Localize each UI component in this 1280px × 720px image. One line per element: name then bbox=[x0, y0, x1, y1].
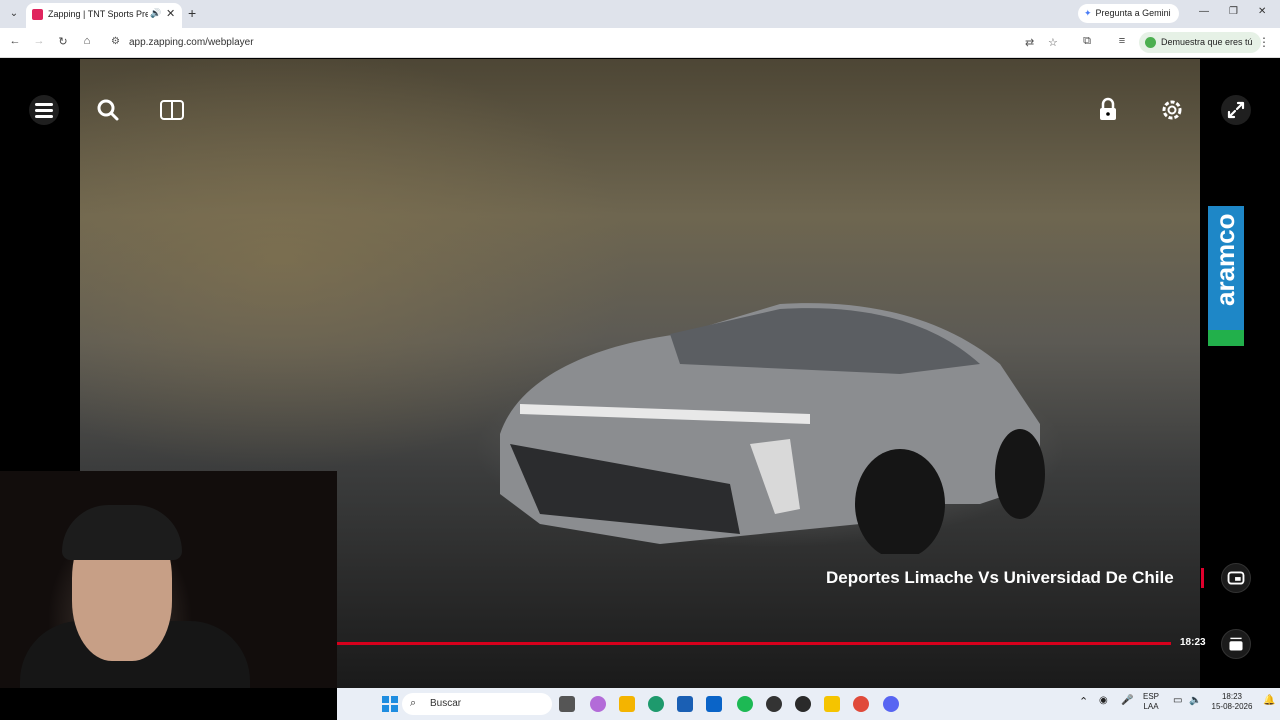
steam-icon[interactable] bbox=[766, 696, 782, 712]
picture-in-picture-icon bbox=[1227, 571, 1245, 585]
new-tab-button[interactable]: + bbox=[188, 5, 196, 21]
fullscreen-expand-icon[interactable] bbox=[1220, 94, 1252, 126]
region-code: LAA bbox=[1143, 702, 1159, 711]
clock-time: 18:23 bbox=[1221, 692, 1243, 701]
tab-title: Zapping | TNT Sports Premium bbox=[48, 9, 148, 19]
taskbar-search[interactable]: ⌕ Buscar bbox=[402, 693, 552, 715]
car-illustration bbox=[500, 303, 1045, 554]
close-window-icon[interactable]: ✕ bbox=[1258, 6, 1266, 17]
live-indicator bbox=[1201, 568, 1204, 588]
browser-tab[interactable]: Zapping | TNT Sports Premium 🔊 ✕ bbox=[26, 3, 182, 28]
restore-icon[interactable]: ❐ bbox=[1229, 6, 1238, 17]
minimize-icon[interactable]: — bbox=[1199, 6, 1209, 17]
gemini-label: Pregunta a Gemini bbox=[1095, 8, 1171, 18]
show-hidden-icons-icon[interactable]: ⌃ bbox=[1079, 697, 1088, 708]
close-tab-icon[interactable]: ✕ bbox=[166, 7, 175, 20]
rockstar-icon[interactable] bbox=[824, 696, 840, 712]
channel-stack-icon bbox=[1229, 637, 1243, 651]
search-icon[interactable] bbox=[92, 94, 124, 126]
settings-gear-icon[interactable] bbox=[1156, 94, 1188, 126]
captcha-label: Demuestra que eres tú bbox=[1161, 37, 1253, 47]
sponsor-banner: aramco bbox=[1208, 206, 1244, 346]
edge-icon[interactable] bbox=[648, 696, 664, 712]
address-bar[interactable]: ⚙ app.zapping.com/webplayer ⇄ ☆ bbox=[105, 32, 1123, 54]
task-view-icon[interactable] bbox=[559, 696, 575, 712]
tray-app-icon[interactable]: ◉ bbox=[1099, 696, 1108, 706]
copilot-icon[interactable] bbox=[590, 696, 606, 712]
url-text[interactable]: app.zapping.com/webplayer bbox=[129, 37, 254, 48]
browser-tabbar: ⌄ Zapping | TNT Sports Premium 🔊 ✕ + ✦Pr… bbox=[0, 0, 1280, 28]
file-explorer-icon[interactable] bbox=[619, 696, 635, 712]
microphone-icon[interactable]: 🎤 bbox=[1121, 696, 1133, 706]
taskbar-search-label: Buscar bbox=[430, 698, 462, 709]
speaker-icon[interactable]: 🔊 bbox=[150, 8, 161, 19]
lock-icon[interactable] bbox=[1092, 94, 1124, 126]
windows-taskbar: ⌕ Buscar ⌃ ◉ 🎤 ESP LAA ▭ 🔈 18:23 15-08-2… bbox=[337, 688, 1280, 720]
store-icon[interactable] bbox=[677, 696, 693, 712]
current-time: 18:23 bbox=[1180, 637, 1206, 648]
sponsor-text: aramco bbox=[1210, 213, 1240, 307]
translate-icon[interactable]: ⇄ bbox=[1025, 36, 1034, 49]
volume-icon[interactable]: 🔈 bbox=[1189, 696, 1201, 706]
extensions-icon[interactable]: ⧉ bbox=[1079, 35, 1095, 48]
video-player[interactable]: aramco Deportes Limache Vs Universidad D… bbox=[0, 59, 1280, 688]
bookmark-star-icon[interactable]: ☆ bbox=[1048, 36, 1058, 49]
forward-icon[interactable]: → bbox=[31, 35, 47, 47]
webcam-overlay bbox=[0, 471, 337, 688]
notifications-icon[interactable]: 🔔 bbox=[1263, 696, 1275, 706]
progress-fill bbox=[337, 642, 1171, 645]
discord-icon[interactable] bbox=[883, 696, 899, 712]
outlook-icon[interactable] bbox=[706, 696, 722, 712]
clock-date: 15-08-2026 bbox=[1211, 702, 1253, 711]
split-view-icon[interactable] bbox=[156, 94, 188, 126]
sponsor-green-band bbox=[1208, 330, 1244, 346]
obs-icon[interactable] bbox=[795, 696, 811, 712]
taskbar-search-icon: ⌕ bbox=[410, 697, 417, 709]
back-icon[interactable]: ← bbox=[7, 35, 23, 47]
language-indicator[interactable]: ESP LAA bbox=[1143, 692, 1159, 712]
chrome-icon[interactable] bbox=[853, 696, 869, 712]
zapping-favicon-icon bbox=[32, 9, 43, 20]
pip-button[interactable] bbox=[1221, 563, 1251, 593]
clock[interactable]: 18:23 15-08-2026 bbox=[1208, 692, 1256, 712]
tab-search-chevron-icon[interactable]: ⌄ bbox=[6, 6, 22, 22]
spotify-icon[interactable] bbox=[737, 696, 753, 712]
menu-icon[interactable] bbox=[28, 94, 60, 126]
language-code: ESP bbox=[1143, 692, 1160, 701]
reload-icon[interactable]: ↻ bbox=[55, 35, 71, 48]
channels-button[interactable] bbox=[1221, 629, 1251, 659]
progress-bar[interactable] bbox=[337, 642, 1171, 645]
webcam-cap bbox=[62, 505, 182, 560]
network-icon[interactable]: ▭ bbox=[1173, 696, 1182, 706]
site-info-icon[interactable]: ⚙ bbox=[111, 36, 120, 47]
windows-start-icon[interactable] bbox=[382, 696, 398, 712]
gemini-spark-icon: ✦ bbox=[1084, 8, 1092, 18]
home-icon[interactable]: ⌂ bbox=[79, 35, 95, 47]
match-title: Deportes Limache Vs Universidad De Chile bbox=[826, 568, 1174, 587]
browser-menu-icon[interactable]: ⋮ bbox=[1258, 35, 1270, 49]
captcha-status-icon bbox=[1145, 37, 1156, 48]
captcha-chip[interactable]: Demuestra que eres tú bbox=[1139, 32, 1261, 53]
gemini-button[interactable]: ✦ Pregunta a Gemini bbox=[1078, 4, 1179, 23]
browser-toolbar: ← → ↻ ⌂ ⚙ app.zapping.com/webplayer ⇄ ☆ … bbox=[0, 28, 1280, 58]
media-control-icon[interactable]: ≡ bbox=[1114, 35, 1130, 47]
